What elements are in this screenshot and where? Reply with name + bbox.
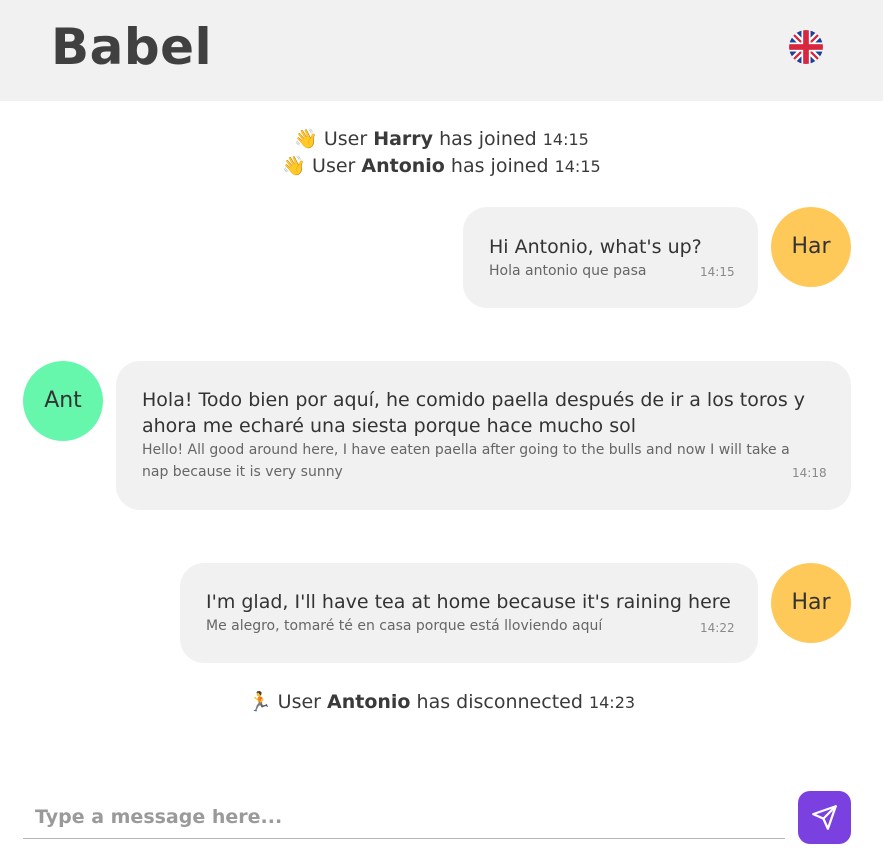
- avatar: Har: [771, 207, 851, 287]
- system-message-join: 👋 User Harry has joined 14:15: [0, 127, 883, 150]
- system-message-disconnect: 🏃 User Antonio has disconnected 14:23: [0, 690, 883, 713]
- system-message-user: Antonio: [327, 691, 411, 713]
- wave-emoji: 👋: [282, 155, 306, 177]
- message-time: 14:22: [700, 621, 735, 635]
- system-message-user: Antonio: [361, 155, 445, 177]
- message-text-line: Hola! Todo bien por aquí, he comido pael…: [142, 389, 806, 411]
- message-translation-line: Hello! All good around here, I have eate…: [142, 442, 790, 458]
- message-translation: Hola antonio que pasa: [489, 263, 647, 279]
- avatar: Ant: [23, 361, 103, 441]
- language-switch-button[interactable]: [789, 30, 823, 64]
- system-message-user: Harry: [373, 128, 434, 150]
- message-bubble: Hi Antonio, what's up? Hola antonio que …: [463, 207, 758, 308]
- system-message-suffix: has joined: [433, 128, 543, 150]
- system-message-time: 14:15: [542, 130, 589, 149]
- system-message-time: 14:15: [554, 157, 601, 176]
- message-input[interactable]: [23, 795, 785, 839]
- system-message-prefix: User: [277, 691, 328, 713]
- app-header: Babel: [0, 0, 883, 101]
- running-emoji: 🏃: [247, 691, 272, 713]
- send-button[interactable]: [798, 791, 851, 844]
- chat-app: Babel 👋 User Harry has joined 14:15 👋 Us…: [0, 0, 883, 864]
- system-message-suffix: has disconnected: [410, 691, 589, 713]
- message-text-line: ahora me echaré una siesta porque hace m…: [142, 415, 637, 437]
- system-message-prefix: User: [312, 155, 362, 177]
- message-time: 14:18: [792, 466, 827, 480]
- wave-emoji: 👋: [294, 128, 318, 150]
- system-message-join: 👋 User Antonio has joined 14:15: [0, 154, 883, 177]
- system-message-time: 14:23: [588, 693, 636, 712]
- message-translation: Me alegro, tomaré té en casa porque está…: [206, 618, 603, 634]
- message-text: I'm glad, I'll have tea at home because …: [206, 591, 731, 613]
- system-message-prefix: User: [323, 128, 374, 150]
- uk-flag-icon: [789, 30, 823, 64]
- message-translation-line: nap because it is very sunny: [142, 464, 343, 480]
- system-message-suffix: has joined: [444, 155, 555, 177]
- message-text: Hi Antonio, what's up?: [489, 236, 702, 258]
- message-time: 14:15: [700, 265, 735, 279]
- app-title: Babel: [51, 18, 213, 76]
- message-bubble: Hola! Todo bien por aquí, he comido pael…: [116, 361, 851, 510]
- avatar: Har: [771, 563, 851, 643]
- message-bubble: I'm glad, I'll have tea at home because …: [180, 563, 758, 663]
- send-icon: [812, 805, 837, 830]
